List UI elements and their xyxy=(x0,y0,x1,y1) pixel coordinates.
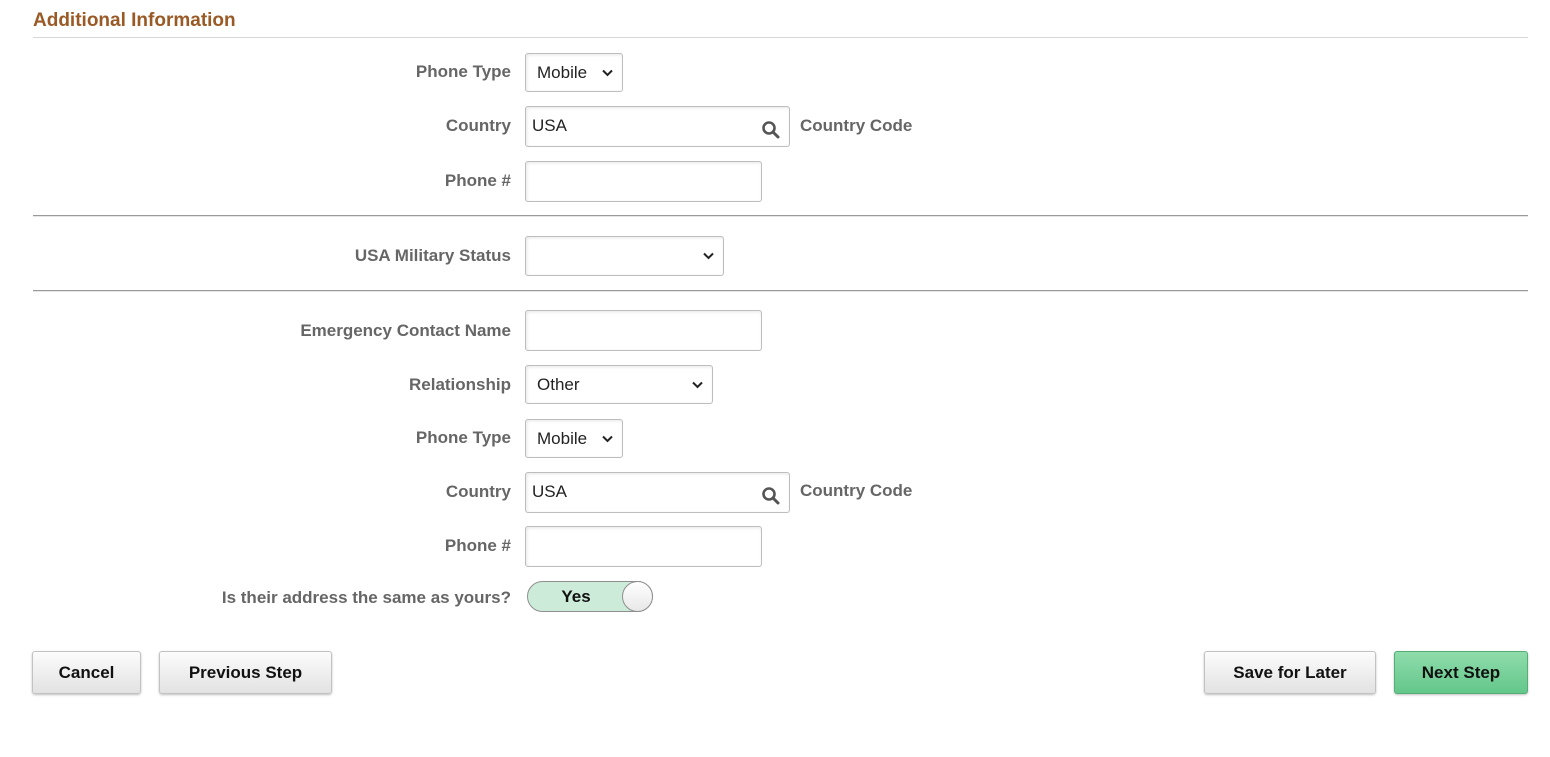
phone-number-input[interactable] xyxy=(525,161,762,202)
emergency-country-value: USA xyxy=(532,482,567,501)
emergency-country-code-label: Country Code xyxy=(800,481,913,500)
chevron-down-icon xyxy=(703,237,714,260)
country-code-label: Country Code xyxy=(800,116,913,135)
cancel-button[interactable]: Cancel xyxy=(32,651,141,694)
emergency-country-label: Country xyxy=(445,482,511,501)
emergency-country-input[interactable]: USA xyxy=(525,472,790,513)
emergency-phone-type-value: Mobile xyxy=(537,429,588,448)
country-input[interactable]: USA xyxy=(525,106,790,147)
emergency-contact-name-input[interactable] xyxy=(525,310,762,351)
section-divider xyxy=(33,215,1528,216)
chevron-down-icon xyxy=(692,366,703,389)
phone-type-value: Mobile xyxy=(537,63,588,82)
country-value: USA xyxy=(532,116,567,135)
phone-number-label: Phone # xyxy=(444,171,511,190)
section-title-divider xyxy=(33,37,1528,38)
relationship-value: Other xyxy=(537,375,580,394)
next-step-button[interactable]: Next Step xyxy=(1394,651,1528,694)
emergency-phone-number-input[interactable] xyxy=(525,526,762,567)
military-status-label: USA Military Status xyxy=(354,246,511,265)
search-icon[interactable] xyxy=(761,116,781,139)
military-status-select[interactable] xyxy=(525,236,724,276)
chevron-down-icon xyxy=(602,420,613,443)
emergency-phone-type-select[interactable]: Mobile xyxy=(525,419,623,458)
phone-type-label: Phone Type xyxy=(415,62,511,81)
country-label: Country xyxy=(445,116,511,135)
relationship-select[interactable]: Other xyxy=(525,365,713,404)
section-title: Additional Information xyxy=(33,10,236,31)
same-address-toggle-value: Yes xyxy=(561,587,591,606)
section-divider xyxy=(33,290,1528,291)
emergency-contact-name-label: Emergency Contact Name xyxy=(300,321,511,340)
relationship-label: Relationship xyxy=(408,375,511,394)
phone-type-select[interactable]: Mobile xyxy=(525,53,623,92)
emergency-phone-type-label: Phone Type xyxy=(415,428,511,447)
chevron-down-icon xyxy=(602,54,613,77)
save-for-later-button[interactable]: Save for Later xyxy=(1204,651,1376,694)
emergency-phone-number-label: Phone # xyxy=(444,536,511,555)
same-address-label: Is their address the same as yours? xyxy=(221,588,511,607)
same-address-toggle[interactable]: Yes xyxy=(527,581,653,612)
previous-step-button[interactable]: Previous Step xyxy=(159,651,332,694)
toggle-knob[interactable] xyxy=(622,581,653,612)
search-icon[interactable] xyxy=(761,482,781,505)
